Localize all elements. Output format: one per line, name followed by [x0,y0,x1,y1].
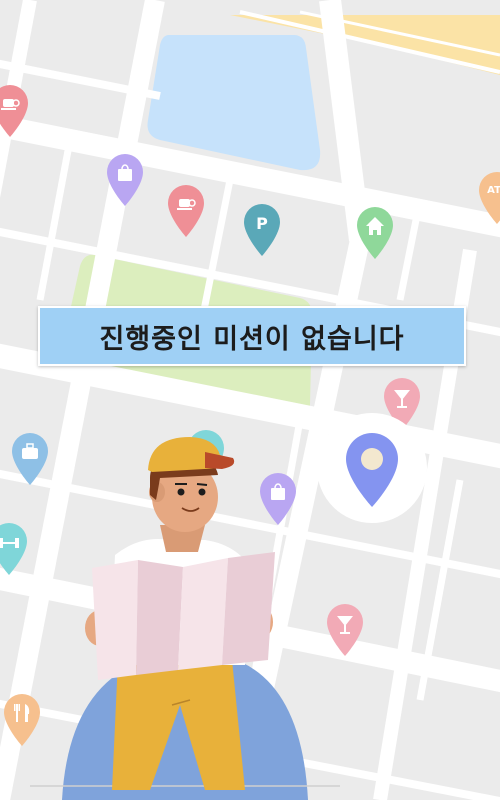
mission-screen: P AT 진행중인 미션이 없습니다 [0,0,500,800]
city-map[interactable]: P AT [0,0,500,800]
no-mission-message: 진행중인 미션이 없습니다 [99,323,405,355]
parking-icon: P [256,214,268,233]
atm-icon: AT [487,185,500,196]
current-location-marker[interactable] [317,413,427,523]
no-mission-banner: 진행중인 미션이 없습니다 [38,306,466,366]
